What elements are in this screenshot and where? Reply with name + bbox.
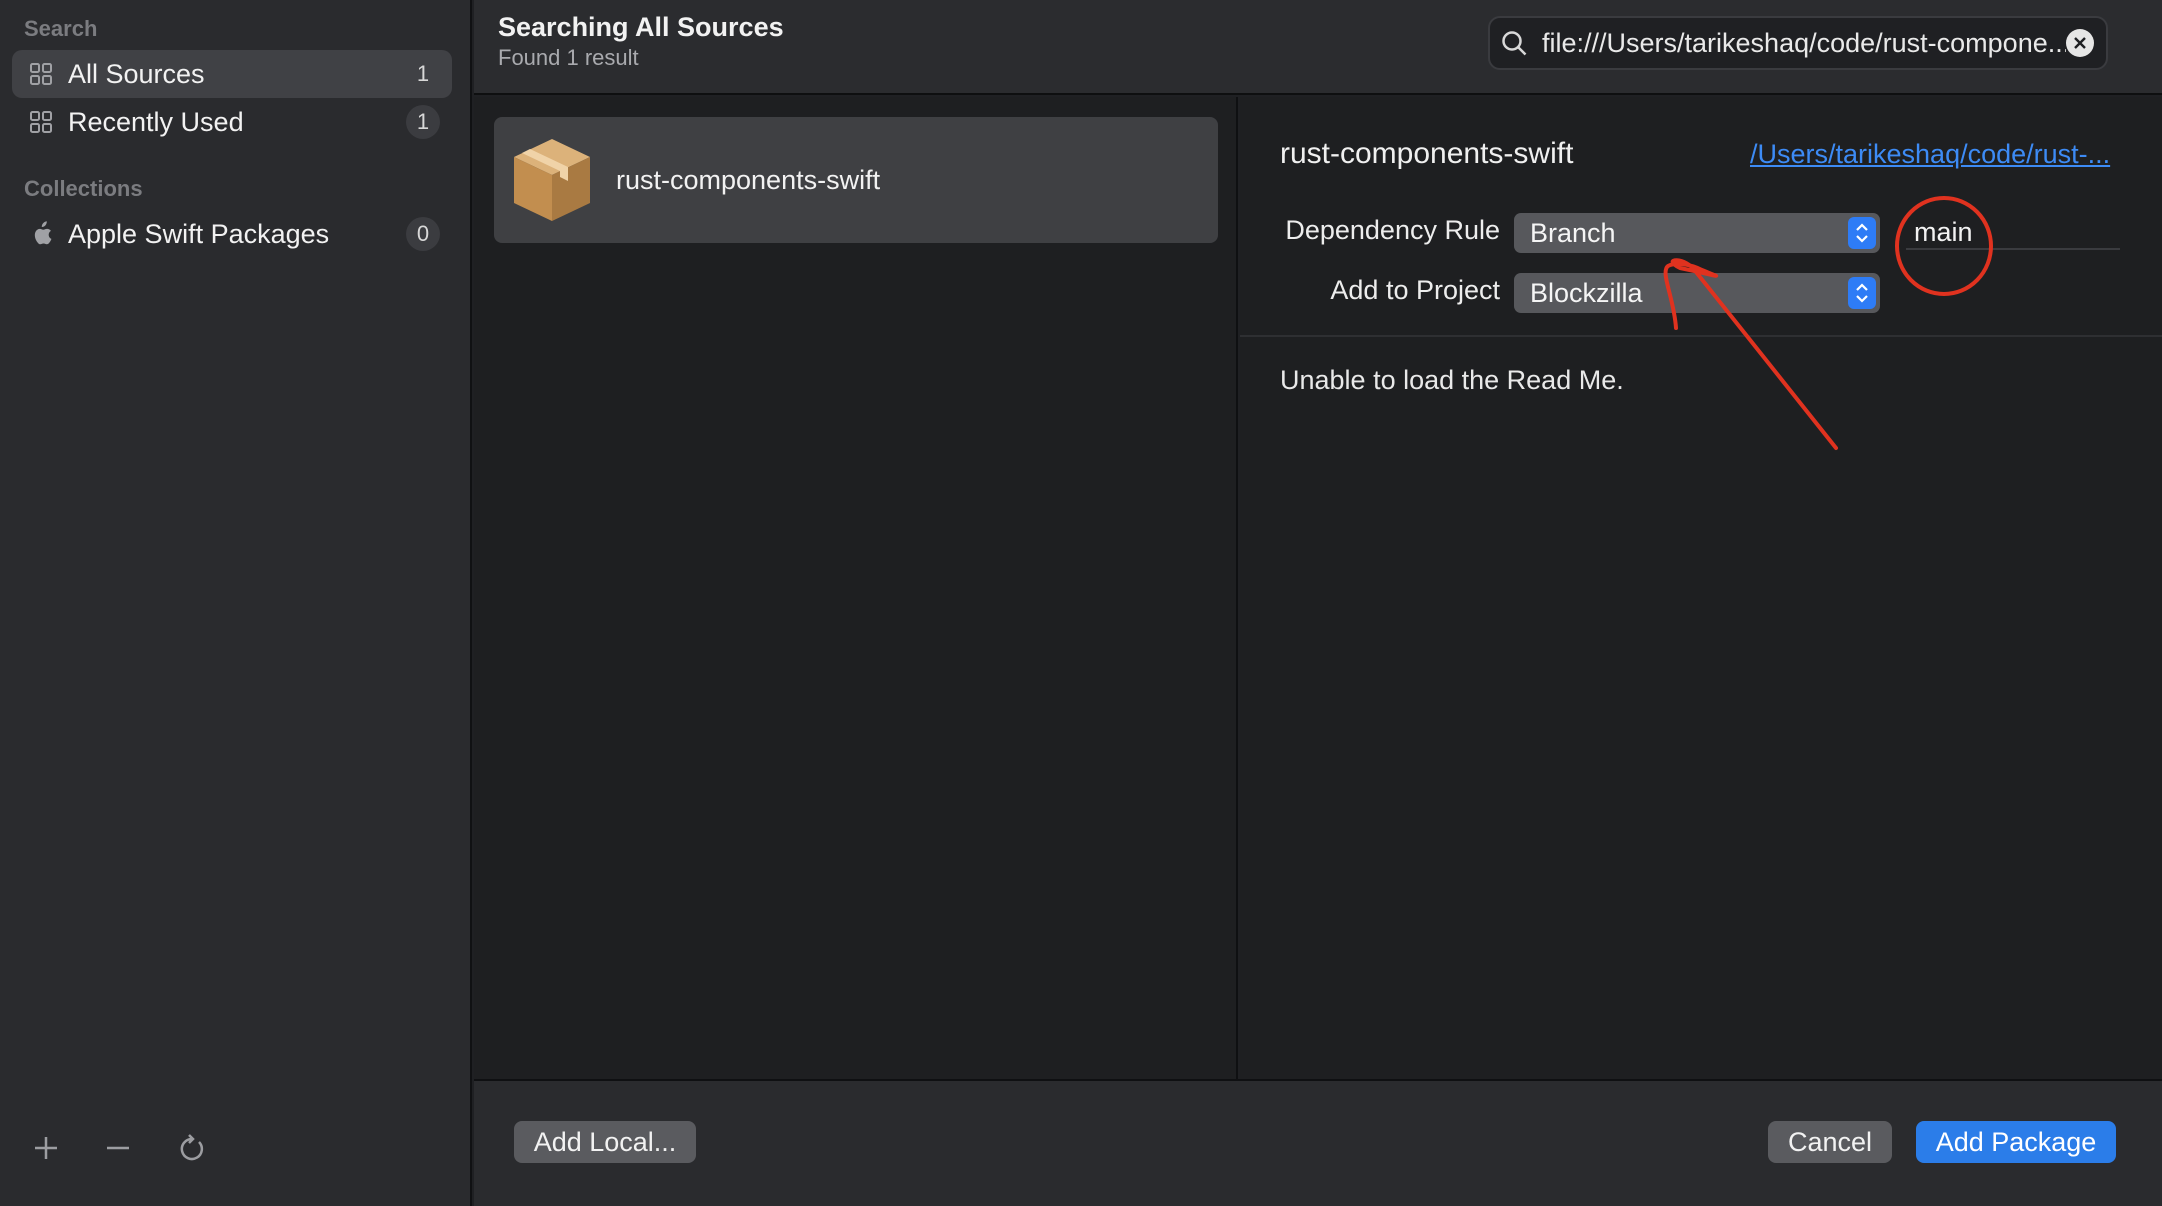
- search-input[interactable]: file:///Users/tarikeshaq/code/rust-compo…: [1488, 16, 2108, 70]
- sidebar-footer: [0, 1096, 470, 1206]
- grid-icon: [28, 109, 54, 135]
- count-badge: 1: [406, 105, 440, 139]
- result-count: Found 1 result: [498, 45, 639, 70]
- dependency-rule-select[interactable]: Branch: [1514, 213, 1880, 253]
- count-badge: 1: [416, 61, 430, 86]
- package-name: rust-components-swift: [616, 164, 881, 195]
- add-local-button[interactable]: Add Local...: [514, 1121, 696, 1163]
- readme-status: Unable to load the Read Me.: [1280, 365, 1624, 395]
- remove-collection-button[interactable]: [96, 1126, 140, 1170]
- search-heading: Search: [24, 16, 98, 41]
- dependency-rule-value: Branch: [1530, 217, 1616, 248]
- chevron-up-down-icon: [1848, 277, 1876, 309]
- refresh-button[interactable]: [170, 1126, 214, 1170]
- cancel-button[interactable]: Cancel: [1768, 1121, 1892, 1163]
- refresh-icon: [180, 1134, 204, 1161]
- add-to-project-label: Add to Project: [1330, 275, 1500, 305]
- add-to-project-select[interactable]: Blockzilla: [1514, 273, 1880, 313]
- sidebar-item-label: Apple Swift Packages: [68, 218, 330, 249]
- collections-heading: Collections: [24, 176, 143, 201]
- results-list: rust-components-swift: [474, 97, 1238, 1079]
- apple-icon: [28, 221, 54, 247]
- sidebar-item-all-sources[interactable]: All Sources 1: [12, 50, 452, 98]
- package-title: rust-components-swift: [1280, 137, 1574, 170]
- list-item[interactable]: rust-components-swift: [494, 117, 1218, 243]
- count-badge: 0: [406, 217, 440, 251]
- close-icon: [2074, 37, 2086, 49]
- chevron-up-down-icon: [1848, 217, 1876, 249]
- grid-icon: [28, 61, 54, 87]
- package-detail: rust-components-swift /Users/tarikeshaq/…: [1240, 97, 2162, 1079]
- plus-icon: [35, 1137, 57, 1159]
- bottom-toolbar: Add Local... Cancel Add Package: [474, 1079, 2162, 1206]
- page-title: Searching All Sources: [498, 12, 784, 42]
- sidebar-item-apple-swift-packages[interactable]: Apple Swift Packages 0: [12, 210, 452, 258]
- sidebar-item-recently-used[interactable]: Recently Used 1: [12, 98, 452, 146]
- package-icon: [510, 135, 594, 225]
- clear-search-button[interactable]: [2066, 29, 2094, 57]
- dependency-rule-label: Dependency Rule: [1285, 215, 1500, 245]
- branch-field[interactable]: main: [1906, 214, 2120, 250]
- add-to-project-value: Blockzilla: [1530, 277, 1643, 308]
- header: Searching All Sources Found 1 result fil…: [474, 0, 2162, 95]
- package-manager-window: Search All Sources 1 Recently Used 1 Col…: [0, 0, 2162, 1206]
- add-collection-button[interactable]: [24, 1126, 68, 1170]
- add-package-button[interactable]: Add Package: [1916, 1121, 2116, 1163]
- package-location-link[interactable]: /Users/tarikeshaq/code/rust-...: [1750, 139, 2120, 170]
- sidebar-item-label: Recently Used: [68, 106, 244, 137]
- search-icon: [1500, 28, 1530, 58]
- sidebar-item-label: All Sources: [68, 58, 205, 89]
- sidebar: Search All Sources 1 Recently Used 1 Col…: [0, 0, 472, 1206]
- minus-icon: [107, 1146, 129, 1150]
- divider: [1240, 335, 2162, 337]
- search-value[interactable]: file:///Users/tarikeshaq/code/rust-compo…: [1542, 28, 2066, 59]
